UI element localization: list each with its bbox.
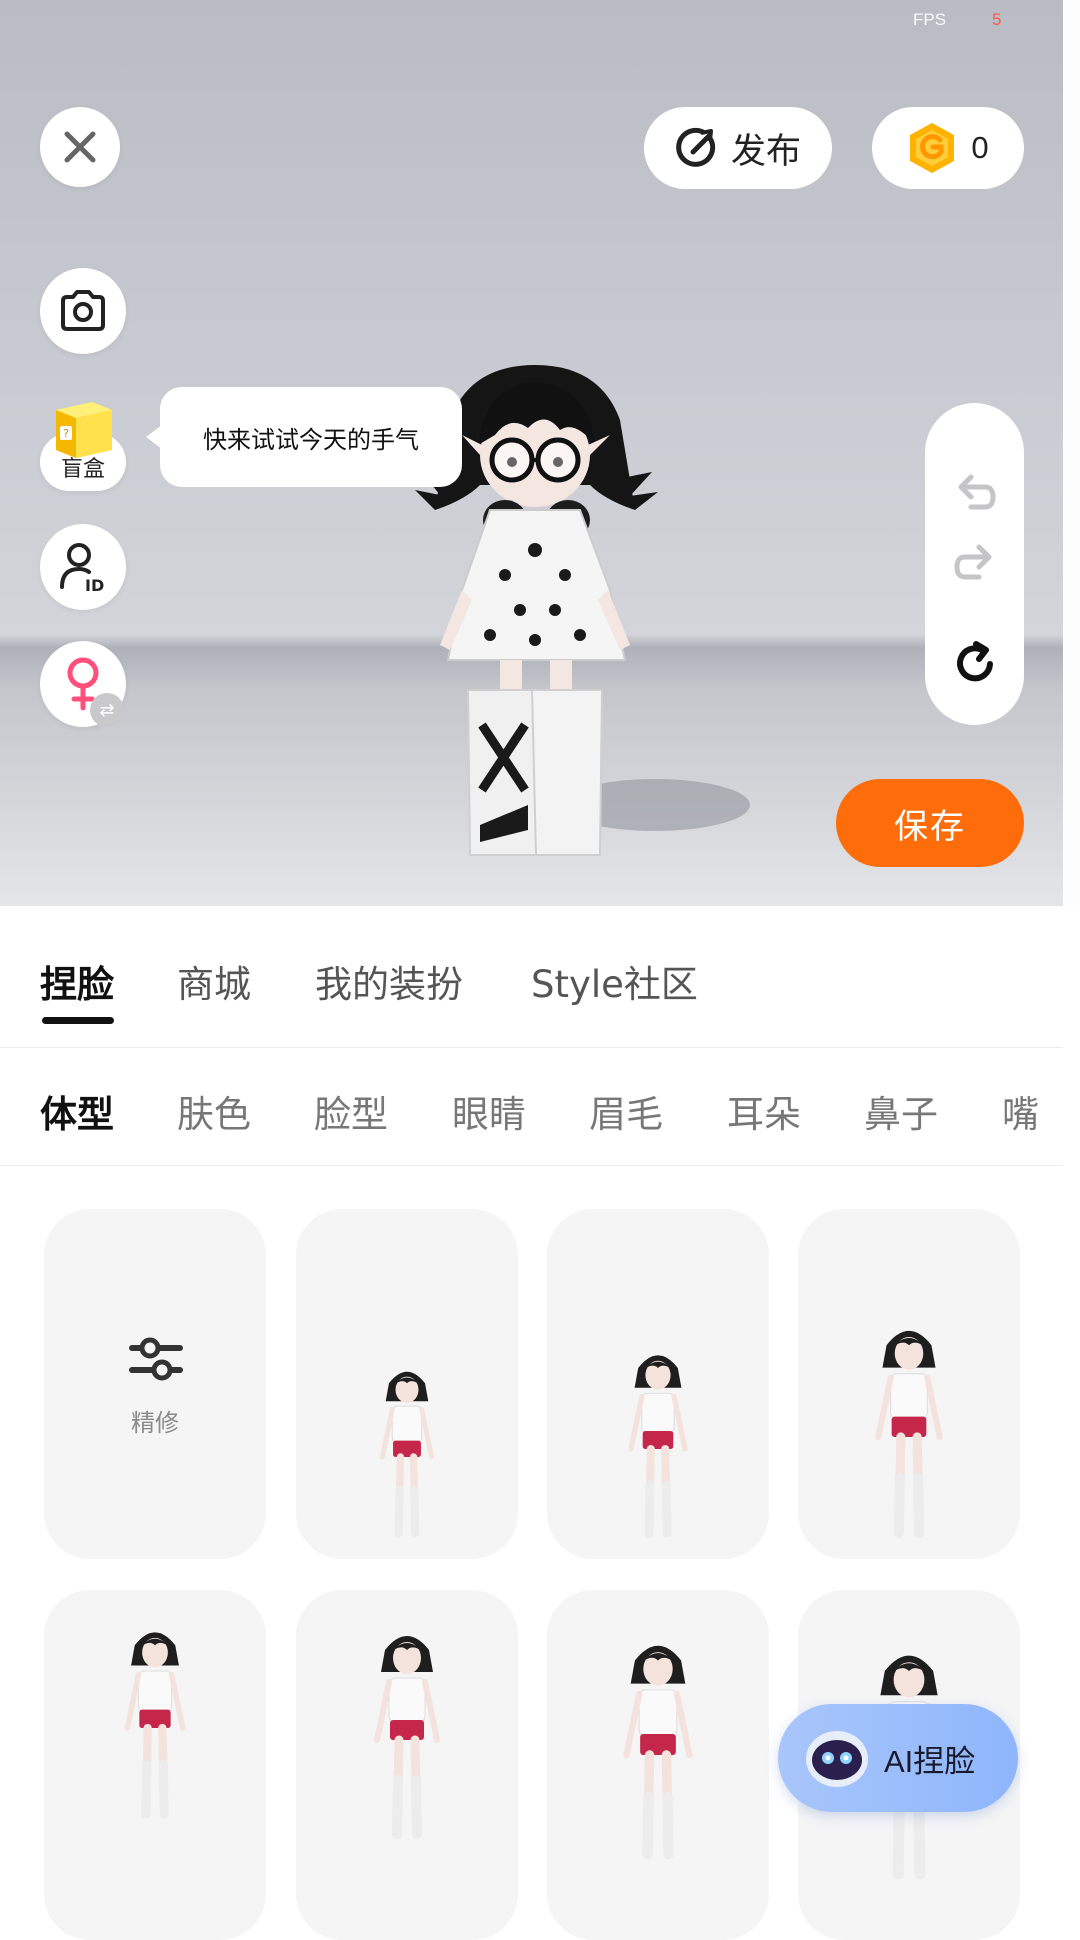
redo-icon (953, 544, 991, 580)
body-type-option[interactable] (296, 1209, 518, 1559)
coin-icon (910, 123, 955, 173)
subtab-face-shape[interactable]: 脸型 (314, 1084, 388, 1138)
publish-button[interactable]: 发布 (644, 107, 832, 189)
reset-button[interactable] (925, 623, 1024, 703)
coin-balance-button[interactable]: 0 (872, 107, 1024, 189)
redo-button[interactable] (925, 523, 1024, 603)
body-type-option[interactable] (296, 1590, 518, 1940)
body-type-option[interactable] (547, 1209, 769, 1559)
subtab-skin-color[interactable]: 肤色 (177, 1084, 251, 1138)
subtab-body-type[interactable]: 体型 (40, 1084, 114, 1138)
swap-icon: ⇄ (90, 693, 124, 727)
sub-tabs: 体型 肤色 脸型 眼睛 眉毛 耳朵 鼻子 嘴 (0, 1048, 1063, 1166)
save-label: 保存 (894, 806, 966, 847)
active-tab-indicator (42, 1017, 114, 1024)
save-button[interactable]: 保存 (836, 779, 1024, 867)
body-figure-image (374, 1636, 440, 1839)
body-figure-image (628, 1355, 688, 1538)
body-figure-image (379, 1371, 435, 1538)
reset-icon (956, 641, 993, 682)
body-type-option[interactable] (547, 1590, 769, 1940)
history-panel (925, 403, 1024, 725)
body-figure-image (623, 1645, 693, 1860)
tooltip-text: 快来试试今天的手气 (203, 425, 419, 454)
main-tabs: 捏脸 商城 我的装扮 Style社区 (0, 906, 1063, 1048)
ai-face-label: AI捏脸 (884, 1743, 976, 1779)
camera-icon (61, 290, 105, 331)
tab-style-community[interactable]: Style社区 (531, 954, 698, 1008)
viewport-edge (1063, 0, 1080, 906)
camera-button[interactable] (40, 268, 126, 354)
user-id-icon: ID (60, 543, 104, 593)
close-icon (64, 131, 96, 163)
fine-tune-card[interactable]: 精修 (44, 1209, 266, 1559)
svg-text:?: ? (63, 427, 69, 440)
undo-button[interactable] (925, 453, 1024, 533)
publish-icon (676, 127, 716, 167)
ai-face-button[interactable]: AI捏脸 (778, 1704, 1018, 1812)
robot-icon (806, 1731, 868, 1787)
body-type-option[interactable] (798, 1209, 1020, 1559)
svg-text:ID: ID (85, 576, 104, 593)
close-button[interactable] (40, 107, 120, 187)
body-type-option[interactable] (44, 1590, 266, 1940)
undo-icon (958, 474, 996, 510)
subtab-mouth[interactable]: 嘴 (1002, 1084, 1039, 1138)
fps-label: FPS (913, 10, 947, 29)
subtab-nose[interactable]: 鼻子 (864, 1084, 938, 1138)
subtab-eyebrows[interactable]: 眉毛 (589, 1084, 663, 1138)
fine-tune-label: 精修 (131, 1409, 179, 1437)
tab-face-edit[interactable]: 捏脸 (40, 954, 114, 1008)
fps-value: 5 (992, 10, 1002, 29)
avatar-id-button[interactable]: ID (40, 524, 126, 610)
sliders-icon (129, 1337, 183, 1381)
blind-box-tooltip[interactable]: 快来试试今天的手气 (146, 387, 462, 487)
subtab-eyes[interactable]: 眼睛 (452, 1084, 526, 1138)
coin-count: 0 (971, 130, 989, 165)
tab-mall[interactable]: 商城 (177, 954, 251, 1008)
tab-my-outfit[interactable]: 我的装扮 (315, 954, 463, 1008)
body-figure-image (875, 1330, 943, 1539)
body-figure-image (124, 1632, 186, 1819)
publish-label: 发布 (730, 131, 801, 172)
subtab-ears[interactable]: 耳朵 (727, 1084, 801, 1138)
avatar-viewport[interactable]: FPS 5 发布 0 盲盒 ? 快来试试今天的手气 ID ⇄ 保存 (0, 0, 1063, 906)
blind-box-icon[interactable]: ? (50, 392, 116, 462)
